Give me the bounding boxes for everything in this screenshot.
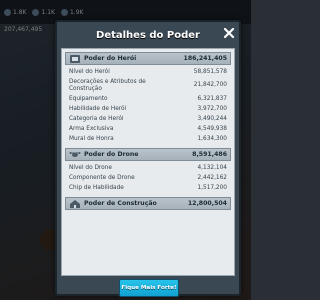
row-value: 1,517,200 xyxy=(197,184,227,191)
get-stronger-label: Fique Mais Forte! xyxy=(121,285,177,291)
hero-row: Mural de Honra 1,634,300 xyxy=(65,134,231,144)
drone-power-header: Poder do Drone 8,591,486 xyxy=(65,148,231,161)
construction-icon xyxy=(69,199,81,209)
row-value: 1,634,300 xyxy=(197,135,227,142)
construction-power-header: Poder de Construção 12,800,504 xyxy=(65,197,231,210)
hero-row: Nível do Herói 58,851,578 xyxy=(65,67,231,77)
hero-power-icon xyxy=(69,54,81,64)
hero-row: Categoria de Herói 3,490,244 xyxy=(65,114,231,124)
close-button[interactable] xyxy=(222,26,236,40)
row-label: Nível do Drone xyxy=(69,164,112,171)
row-value: 21,842,700 xyxy=(193,82,227,88)
row-label: Mural de Honra xyxy=(69,135,114,142)
row-value: 4,549,938 xyxy=(197,125,227,132)
row-value: 2,442,162 xyxy=(197,174,227,181)
hero-row: Decorações e Atributos de Construção 21,8… xyxy=(65,77,231,94)
dialog-header: Detalhes do Poder xyxy=(57,22,239,48)
row-value: 3,972,700 xyxy=(197,105,227,112)
row-label: Categoria de Herói xyxy=(69,115,124,122)
drone-row: Nível do Drone 4,132,104 xyxy=(65,163,231,173)
hero-power-header: Poder do Herói 186,241,405 xyxy=(65,52,231,65)
drone-row: Componente de Drone 2,442,162 xyxy=(65,173,231,183)
row-label: Equipamento xyxy=(69,95,108,102)
drone-power-label: Poder do Drone xyxy=(84,151,139,158)
drone-power-value: 8,591,486 xyxy=(192,151,227,158)
hero-power-label: Poder do Herói xyxy=(84,55,137,62)
dialog-title: Detalhes do Poder xyxy=(96,29,200,41)
construction-power-label: Poder de Construção xyxy=(84,200,157,207)
row-label: Arma Exclusiva xyxy=(69,125,114,132)
power-details-panel: Poder do Herói 186,241,405 Nível do Heró… xyxy=(61,48,235,276)
row-value: 4,132,104 xyxy=(197,164,227,171)
hero-power-value: 186,241,405 xyxy=(183,55,227,62)
row-value: 58,851,578 xyxy=(193,68,227,75)
row-value: 3,490,244 xyxy=(197,115,227,122)
hero-row: Habilidade de Herói 3,972,700 xyxy=(65,104,231,114)
close-icon xyxy=(223,27,235,39)
get-stronger-button[interactable]: Fique Mais Forte! xyxy=(119,279,179,297)
hero-row: Equipamento 6,321,837 xyxy=(65,94,231,104)
row-label: Habilidade de Herói xyxy=(69,105,127,112)
construction-power-value: 12,800,504 xyxy=(187,200,227,207)
row-label: Componente de Drone xyxy=(69,174,135,181)
drone-row: Chip de Habilidade 1,517,200 xyxy=(65,183,231,193)
row-value: 6,321,837 xyxy=(197,95,227,102)
row-label: Nível do Herói xyxy=(69,68,110,75)
power-details-dialog: Detalhes do Poder Poder do Herói 186,241… xyxy=(55,20,241,297)
drone-icon xyxy=(69,150,81,160)
row-label: Chip de Habilidade xyxy=(69,184,124,191)
row-label: Decorações e Atributos de Construção xyxy=(69,78,146,92)
hero-row: Arma Exclusiva 4,549,938 xyxy=(65,124,231,134)
